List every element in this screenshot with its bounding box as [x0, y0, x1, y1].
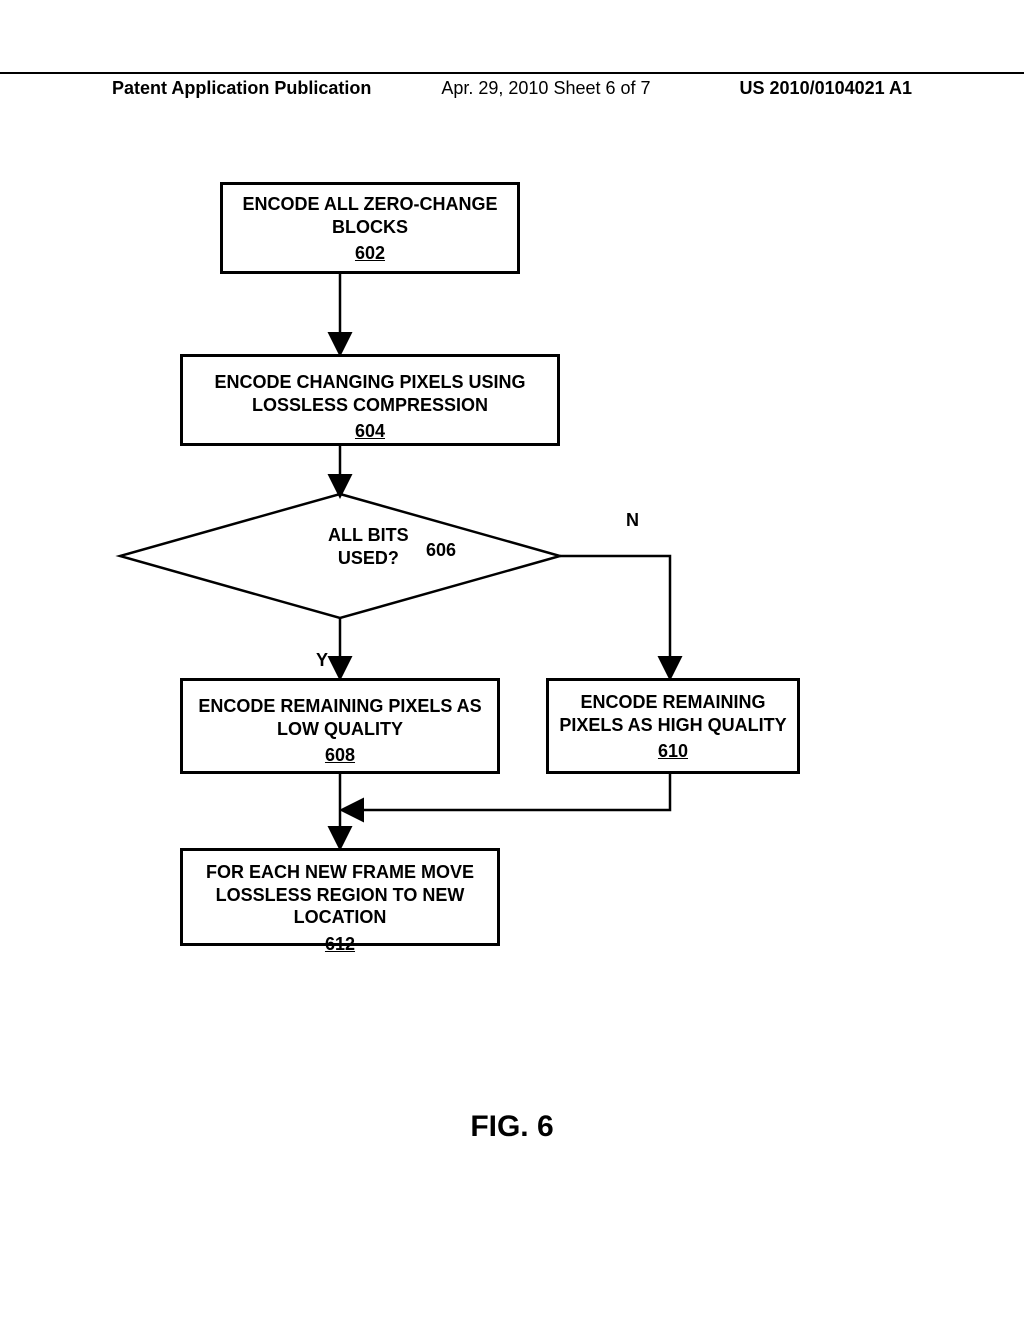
step-612-ref: 612: [183, 933, 497, 956]
step-612-text: FOR EACH NEW FRAME MOVE LOSSLESS REGION …: [206, 862, 474, 927]
step-610-text: ENCODE REMAINING PIXELS AS HIGH QUALITY: [559, 692, 786, 735]
step-610: ENCODE REMAINING PIXELS AS HIGH QUALITY …: [546, 678, 800, 774]
edge-label-n: N: [626, 510, 639, 531]
decision-606-text: ALL BITS USED?: [328, 524, 409, 569]
step-604-text: ENCODE CHANGING PIXELS USING LOSSLESS CO…: [214, 372, 525, 415]
step-608-ref: 608: [183, 744, 497, 767]
step-604: ENCODE CHANGING PIXELS USING LOSSLESS CO…: [180, 354, 560, 446]
decision-606-line1: ALL BITS: [328, 524, 409, 547]
figure-caption: FIG. 6: [0, 1110, 1024, 1144]
decision-606-ref: 606: [426, 540, 456, 561]
step-610-ref: 610: [549, 740, 797, 763]
step-602-ref: 602: [223, 242, 517, 265]
step-602: ENCODE ALL ZERO-CHANGE BLOCKS 602: [220, 182, 520, 274]
step-608-text: ENCODE REMAINING PIXELS AS LOW QUALITY: [198, 696, 481, 739]
step-612: FOR EACH NEW FRAME MOVE LOSSLESS REGION …: [180, 848, 500, 946]
edge-label-y: Y: [316, 650, 328, 671]
step-604-ref: 604: [183, 420, 557, 443]
step-608: ENCODE REMAINING PIXELS AS LOW QUALITY 6…: [180, 678, 500, 774]
step-602-text: ENCODE ALL ZERO-CHANGE BLOCKS: [242, 194, 497, 237]
decision-606-line2: USED?: [328, 547, 409, 570]
